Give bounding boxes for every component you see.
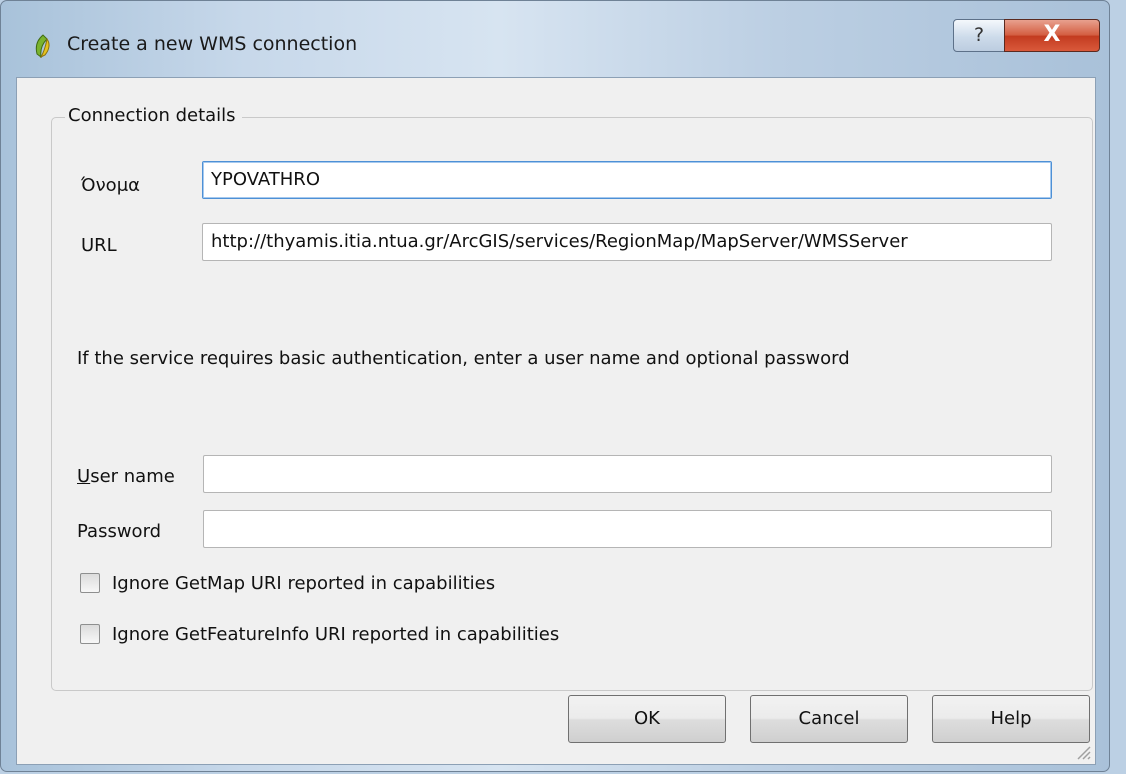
dialog-body: Connection details Όνομα YPOVATHRO URL h… [16,77,1096,765]
close-icon: X [1043,22,1061,47]
dialog-window: Create a new WMS connection ? X Connecti… [0,0,1110,772]
auth-info-text: If the service requires basic authentica… [77,348,850,369]
connection-details-group [51,117,1093,691]
help-icon: ? [973,24,985,46]
url-label: URL [81,235,117,256]
help-button[interactable]: Help [932,695,1090,743]
name-label: Όνομα [81,175,141,196]
group-legend: Connection details [65,105,242,126]
password-label: Password [77,521,162,542]
ignore-getfeatureinfo-checkbox[interactable] [80,624,100,644]
url-input[interactable]: http://thyamis.itia.ntua.gr/ArcGIS/servi… [202,223,1052,261]
title-bar[interactable]: Create a new WMS connection ? X [1,1,1109,77]
cancel-button[interactable]: Cancel [750,695,908,743]
close-button[interactable]: X [1004,19,1100,52]
ok-button[interactable]: OK [568,695,726,743]
username-label: User name [77,466,175,487]
ignore-getfeatureinfo-label[interactable]: Ignore GetFeatureInfo URI reported in ca… [112,624,559,645]
username-label-mnemonic: U [77,466,91,487]
window-title: Create a new WMS connection [67,33,358,55]
password-input[interactable] [203,510,1052,548]
ignore-getmap-checkbox[interactable] [80,573,100,593]
username-label-rest: ser name [90,466,175,487]
name-input[interactable]: YPOVATHRO [202,161,1052,199]
username-input[interactable] [203,455,1052,493]
resize-grip-icon[interactable] [1073,742,1091,760]
qgis-icon [33,34,53,59]
ignore-getmap-label[interactable]: Ignore GetMap URI reported in capabiliti… [112,573,495,594]
title-help-button[interactable]: ? [953,19,1005,52]
